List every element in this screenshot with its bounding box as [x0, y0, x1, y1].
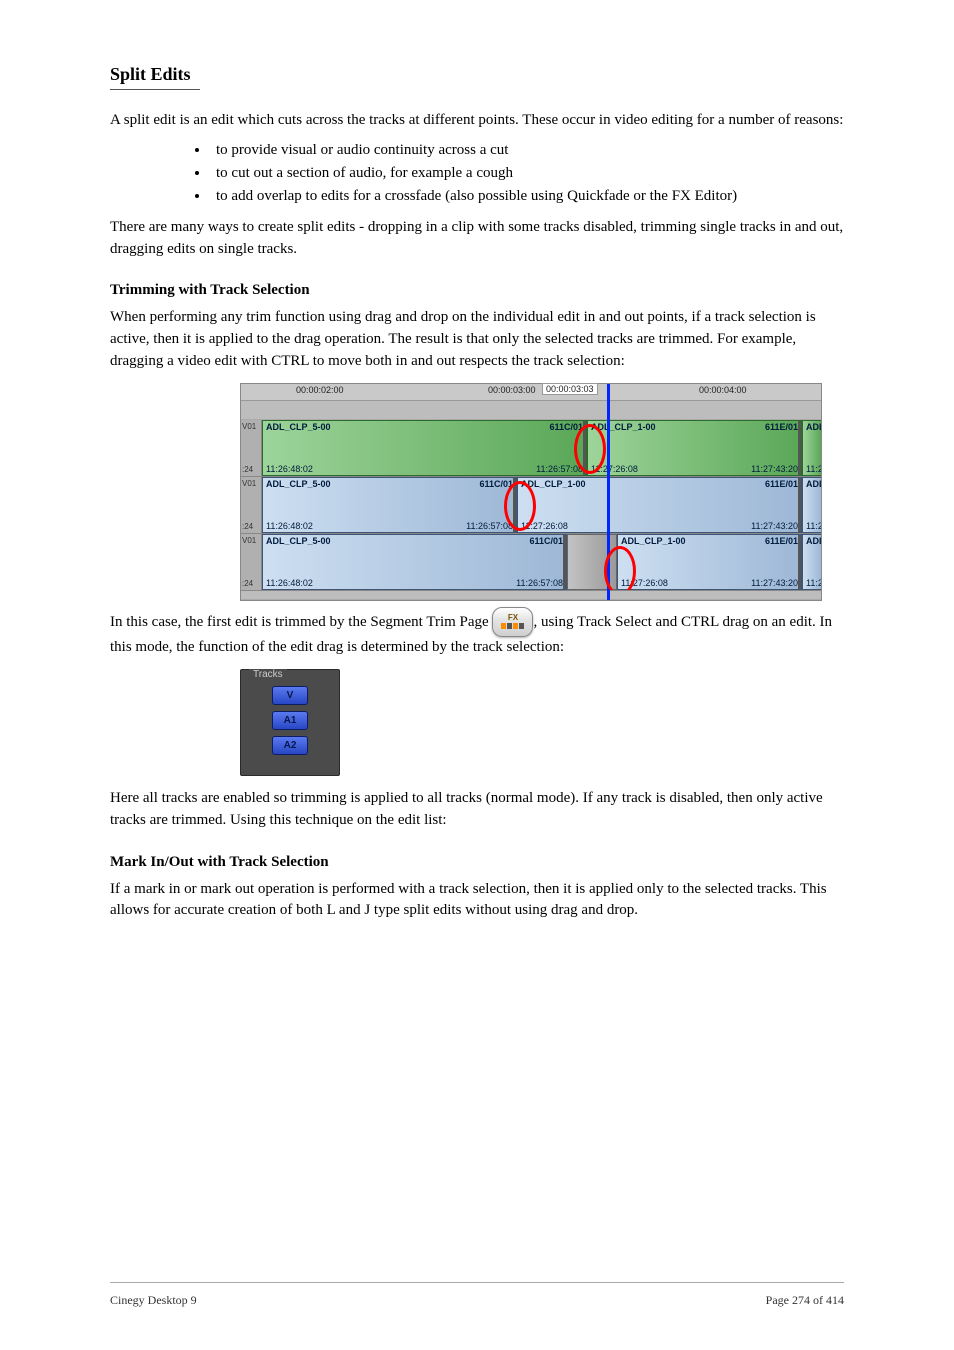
track-label: V01: [242, 536, 256, 545]
ruler-tick: 00:00:04:00: [699, 385, 747, 395]
clip-src: 611E/01: [765, 422, 798, 432]
track-label: :24: [242, 579, 253, 588]
track-label: :24: [242, 522, 253, 531]
clip-out: 11:27:43:20: [751, 464, 798, 474]
title-underline: [110, 89, 200, 90]
clip-in: 11:2: [806, 521, 821, 531]
clip-out: 11:27:43:20: [751, 578, 798, 588]
fx-icon: FX: [501, 614, 524, 629]
clip-out: 11:26:57:08: [466, 521, 513, 531]
clip-name: ADL_CLP_5-00: [266, 536, 331, 546]
clip-in: 11:26:48:02: [266, 578, 313, 588]
subheading: Mark In/Out with Track Selection: [110, 854, 844, 871]
track-row-video: V01 :24 ADL_CLP_5-00 611C/01 11:26:48:02…: [241, 420, 821, 477]
clip-name: ADL_CLP_1-00: [591, 422, 656, 432]
paragraph-with-icon: In this case, the first edit is trimmed …: [110, 607, 844, 660]
clip-src: 611C/01: [479, 479, 513, 489]
clip-out: 11:26:57:08: [536, 464, 583, 474]
clip-in: 11:26:48:02: [266, 464, 313, 474]
clip-name: ADL: [806, 479, 821, 489]
paragraph: Here all tracks are enabled so trimming …: [110, 788, 844, 832]
paragraph: If a mark in or mark out operation is pe…: [110, 879, 844, 923]
clip-src: 611E/01: [765, 479, 798, 489]
clip-in: 11:26:48:02: [266, 521, 313, 531]
timeline-clip[interactable]: ADL 11:2: [802, 534, 821, 590]
fx-button[interactable]: FX: [492, 607, 533, 638]
track-row-audio: V01 :24 ADL_CLP_5-00 611C/01 11:26:48:02…: [241, 477, 821, 534]
footer-product: Cinegy Desktop 9: [110, 1293, 197, 1308]
timeline-clip[interactable]: ADL_CLP_5-00 611C/01 11:26:48:02 11:26:5…: [262, 477, 517, 533]
bullet-item: to provide visual or audio continuity ac…: [210, 142, 844, 159]
intro-paragraph: A split edit is an edit which cuts acros…: [110, 110, 844, 132]
track-toggle-video[interactable]: V: [272, 686, 308, 705]
subheading: Trimming with Track Selection: [110, 282, 844, 299]
ruler-timecode-box: 00:00:03:03: [542, 383, 598, 395]
clip-in: 11:27:26:08: [521, 521, 568, 531]
clip-name: ADL_CLP_1-00: [621, 536, 686, 546]
clip-name: ADL_CLP_5-00: [266, 479, 331, 489]
clip-src: 611E/01: [765, 536, 798, 546]
bullet-item: to cut out a section of audio, for examp…: [210, 165, 844, 182]
timeline-clip[interactable]: ADL 11:2: [802, 420, 821, 476]
track-label: V01: [242, 479, 256, 488]
tracks-legend: Tracks: [249, 669, 287, 680]
timeline-clip[interactable]: ADL_CLP_1-00 611E/01 11:27:26:08 11:27:4…: [587, 420, 802, 476]
timeline-clip[interactable]: ADL_CLP_1-00 611E/01 11:27:26:08 11:27:4…: [517, 477, 802, 533]
ruler-tick: 00:00:03:00: [488, 385, 536, 395]
track-row-audio: V01 :24 ADL_CLP_5-00 611C/01 11:26:48:02…: [241, 534, 821, 591]
tracks-figure: Tracks V A1 A2: [240, 669, 340, 776]
bullet-list: to provide visual or audio continuity ac…: [110, 142, 844, 205]
track-label: :24: [242, 465, 253, 474]
timeline-clip[interactable]: ADL_CLP_1-00 611E/01 11:27:26:08 11:27:4…: [617, 534, 802, 590]
footer-page-number: Page 274 of 414: [766, 1293, 844, 1308]
clip-in: 11:27:26:08: [621, 578, 668, 588]
clip-name: ADL: [806, 422, 821, 432]
clip-name: ADL_CLP_1-00: [521, 479, 586, 489]
playhead[interactable]: [607, 384, 610, 600]
clip-in: 11:2: [806, 578, 821, 588]
track-toggle-a2[interactable]: A2: [272, 736, 308, 755]
section-title: Split Edits: [110, 64, 844, 85]
timeline-clip[interactable]: ADL_CLP_5-00 611C/01 11:26:48:02 11:26:5…: [262, 534, 567, 590]
timeline-figure: 00:00:02:00 00:00:03:00 00:00:03:03 00:0…: [240, 383, 844, 601]
clip-name: ADL: [806, 536, 821, 546]
clip-name: ADL_CLP_5-00: [266, 422, 331, 432]
fx-label: FX: [501, 614, 524, 622]
paragraph-text: In this case, the first edit is trimmed …: [110, 613, 492, 629]
ruler-tick: 00:00:02:00: [296, 385, 344, 395]
paragraph: There are many ways to create split edit…: [110, 217, 844, 261]
clip-out: 11:27:43:20: [751, 521, 798, 531]
clip-in: 11:2: [806, 464, 821, 474]
clip-out: 11:26:57:08: [516, 578, 563, 588]
paragraph: When performing any trim function using …: [110, 307, 844, 372]
page-footer: Cinegy Desktop 9 Page 274 of 414: [110, 1282, 844, 1308]
bullet-item: to add overlap to edits for a crossfade …: [210, 188, 844, 205]
timeline-clip[interactable]: ADL_CLP_5-00 611C/01 11:26:48:02 11:26:5…: [262, 420, 587, 476]
timeline-ruler: 00:00:02:00 00:00:03:00 00:00:03:03 00:0…: [241, 384, 821, 401]
timeline-clip[interactable]: ADL 11:2: [802, 477, 821, 533]
clip-in: 11:27:26:08: [591, 464, 638, 474]
clip-src: 611C/01: [529, 536, 563, 546]
track-label: V01: [242, 422, 256, 431]
clip-src: 611C/01: [549, 422, 583, 432]
tracks-panel: Tracks V A1 A2: [240, 669, 340, 776]
track-toggle-a1[interactable]: A1: [272, 711, 308, 730]
